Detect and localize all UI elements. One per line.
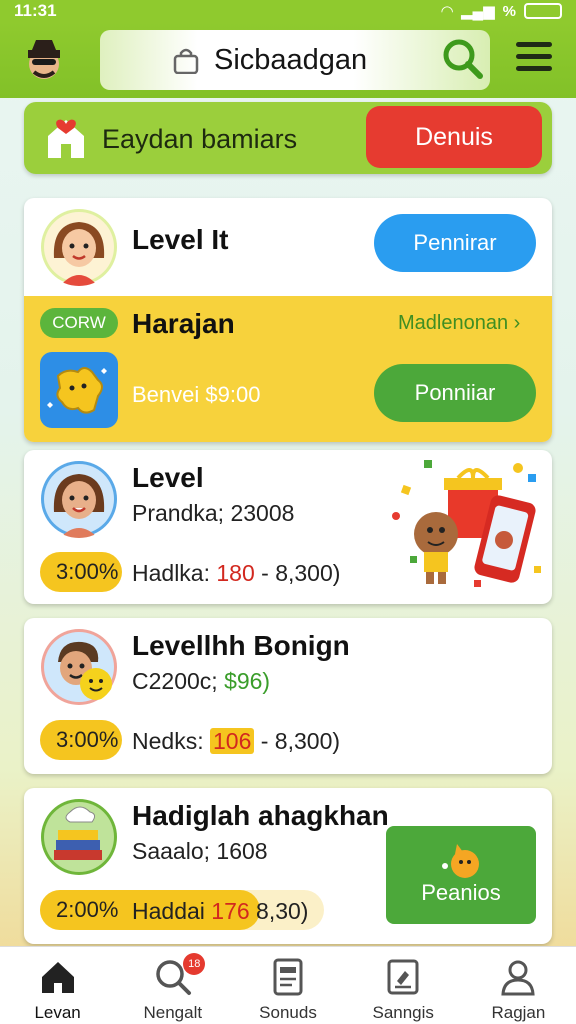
top-bar: Sicbaadgan [0, 22, 576, 98]
woman-avatar-icon [41, 461, 117, 538]
profile-icon [501, 960, 536, 996]
card1-promo-section: CORW Harajan Madlenonan › Benvei $9:00 P… [24, 296, 552, 442]
document-icon [273, 958, 303, 996]
card3-percent: 3:00% [40, 720, 122, 760]
home-heart-icon [48, 119, 84, 158]
promo-title: Harajan [132, 308, 235, 339]
search-bar[interactable]: Sicbaadgan [100, 30, 490, 90]
nav-label: Nengalt [143, 1003, 203, 1022]
bottom-nav: Levan 18 Nengalt Sonuds Sanngis Ragjan [0, 946, 576, 1024]
nav-item-ragjan[interactable]: Ragjan [461, 947, 576, 1024]
app-title: Sicbaadgan [214, 43, 368, 76]
status-time: 11:31 [14, 1, 57, 20]
card4-action-button[interactable]: Peanios [386, 826, 536, 924]
promo-subtitle: Benvei $9:00 [132, 382, 261, 407]
banner-action-button[interactable]: Denuis [366, 106, 542, 168]
level-card-1: Level It Pennirar CORW Harajan Madlenona… [24, 198, 552, 442]
nav-label: Ragjan [491, 1003, 546, 1022]
card2-line1: Prandka; 23008 [132, 500, 295, 526]
promo-more-link[interactable]: Madlenonan › [398, 312, 520, 335]
card4-line1: Saaalo; 1608 [132, 838, 268, 864]
notification-badge: 18 [183, 953, 206, 975]
nav-item-levan[interactable]: Levan [0, 947, 115, 1024]
promo-action-button[interactable]: Ponniiar [374, 364, 536, 422]
wifi-icon: ◠ [441, 3, 453, 20]
card2-title: Level [132, 462, 204, 493]
conversion-tag: CORW [40, 308, 118, 338]
battery-icon [524, 3, 562, 19]
clipboard-icon [387, 959, 419, 995]
status-icons: ◠ ▂▄▆ % [441, 2, 562, 20]
nav-label: Levan [34, 1003, 81, 1022]
signal-icon: ▂▄▆ [460, 3, 495, 20]
card3-line1: C2200c; $96) [132, 668, 271, 694]
card2-percent: 3:00% [40, 552, 122, 592]
shopping-bag-icon [173, 48, 199, 74]
level-card-4: Hadiglah ahagkhan Saaalo; 1608 2:00% Had… [24, 788, 552, 944]
card1-action-button[interactable]: Pennirar [374, 214, 536, 272]
level-card-3: Levellhh Bonign C2200c; $96) 3:00% Nedks… [24, 618, 552, 774]
boy-avatar-icon [41, 629, 117, 705]
nav-item-sonuds[interactable]: Sonuds [230, 947, 345, 1024]
card3-title: Levellhh Bonign [132, 630, 350, 661]
promo-banner: Eaydan bamiars Denuis [24, 102, 552, 174]
battery-text: % [502, 2, 516, 20]
card2-line2: Hadlka: 180 - 8,300) [132, 560, 341, 586]
nav-label: Sonuds [259, 1003, 317, 1022]
girl-avatar-icon [41, 209, 117, 286]
nav-item-nengalt[interactable]: 18 Nengalt [115, 947, 230, 1024]
status-bar: 11:31 ◠ ▂▄▆ % [0, 0, 576, 22]
fox-icon [442, 844, 479, 878]
nav-item-sanngis[interactable]: Sanngis [346, 947, 461, 1024]
hamburger-menu-icon[interactable] [516, 42, 552, 72]
puzzle-icon [40, 352, 118, 428]
level-card-2: Level Prandka; 23008 3:00% Hadlka: 180 -… [24, 450, 552, 604]
card4-title: Hadiglah ahagkhan [132, 800, 389, 831]
card3-line2: Nedks: 106 - 8,300) [132, 728, 341, 754]
card4-line2: Haddai 176 8,30) [132, 898, 309, 924]
banner-text: Eaydan bamiars [102, 124, 298, 154]
books-avatar-icon [41, 799, 117, 875]
nav-label: Sanngis [372, 1003, 434, 1022]
card1-title: Level It [132, 224, 229, 255]
spy-avatar-icon[interactable] [22, 38, 66, 82]
gift-phone-illustration [392, 460, 541, 587]
home-icon [41, 962, 74, 993]
search-icon[interactable] [440, 36, 484, 80]
